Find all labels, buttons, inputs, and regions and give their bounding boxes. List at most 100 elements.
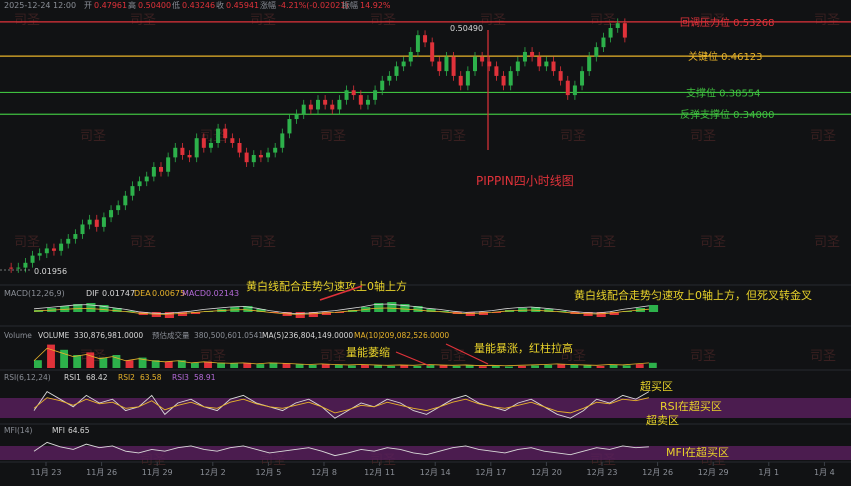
x-tick-label: 12月 5 — [255, 468, 281, 477]
candle-body — [301, 104, 306, 115]
price-high-marker: 0.50490 — [450, 24, 483, 33]
candle-body — [294, 114, 299, 120]
macd-bar — [387, 302, 397, 312]
candle-body — [287, 119, 292, 134]
candle-body — [237, 143, 242, 153]
volume-bar — [230, 363, 239, 368]
candle-body — [394, 66, 399, 76]
candle-body — [51, 248, 56, 251]
x-tick-label: 12月 17 — [475, 468, 506, 477]
volume-bar — [295, 364, 304, 368]
annotation-rsi-oversold: 超卖区 — [646, 413, 679, 427]
candle-body — [444, 56, 449, 72]
x-tick-label: 11月 26 — [86, 468, 117, 477]
candle-body — [137, 181, 142, 187]
vol-volume: 330,876,981.0000 — [74, 331, 143, 340]
header-open: 0.47961 — [94, 1, 127, 10]
candle-body — [244, 152, 249, 163]
annotation-macd-right: 黄白线配合走势匀速攻上0轴上方，但死叉转金叉 — [574, 288, 812, 302]
candle-body — [423, 35, 428, 43]
annotation-rsi-in-overbought: RSI在超买区 — [660, 399, 722, 413]
rsi3-value: 58.91 — [194, 373, 216, 382]
candle-body — [330, 104, 335, 110]
vol-volume-label: VOLUME — [38, 331, 70, 340]
watermark-text: 司圣 — [320, 129, 346, 144]
candle-body — [344, 90, 349, 100]
macd-bar — [648, 305, 659, 312]
candle-body — [522, 51, 527, 62]
volume-bar — [256, 364, 265, 368]
macd-dea: 0.00675 — [152, 289, 185, 298]
candle-body — [30, 255, 35, 263]
x-tick-label: 12月 8 — [311, 468, 337, 477]
level-label: 支撑位 0.38554 — [686, 86, 761, 99]
volume-bar — [557, 364, 566, 368]
vol-turnover-label: 预估成交量 — [152, 330, 190, 340]
x-tick-label: 1月 4 — [814, 468, 835, 477]
x-tick-label: 12月 26 — [642, 468, 673, 477]
volume-bar — [282, 363, 291, 368]
watermark-text: 司圣 — [130, 13, 156, 28]
candle-body — [501, 75, 506, 86]
candle-body — [123, 195, 128, 206]
candle-body — [109, 210, 114, 218]
candle-body — [373, 90, 378, 100]
volume-bar — [583, 365, 592, 368]
volume-bar — [491, 365, 500, 368]
candle-body — [159, 166, 163, 172]
candle-body — [258, 154, 263, 158]
macd-macd: 0.02143 — [206, 289, 239, 298]
candle-body — [401, 61, 406, 67]
header-open-label: 开 — [84, 1, 92, 10]
x-tick-label: 12月 20 — [531, 468, 562, 477]
volume-bar — [648, 362, 657, 368]
watermark-text: 司圣 — [14, 13, 40, 28]
watermark-text: 司圣 — [700, 235, 726, 250]
candle-body — [380, 80, 385, 91]
watermark-text: 司圣 — [250, 13, 276, 28]
rsi1-value: 68.42 — [86, 373, 108, 382]
volume-bar — [570, 364, 579, 368]
watermark-text: 司圣 — [440, 129, 466, 144]
candle-body — [223, 128, 228, 139]
volume-bar — [191, 362, 199, 368]
watermark-text: 司圣 — [14, 235, 40, 250]
x-tick-label: 12月 23 — [587, 468, 618, 477]
macd-dif: 0.01747 — [102, 289, 135, 298]
volume-bar — [478, 366, 487, 368]
annotation-vol-shrink-arrow — [395, 351, 431, 367]
x-tick-label: 11月 23 — [31, 468, 62, 477]
candle-body — [308, 104, 313, 110]
candle-body — [80, 224, 85, 235]
header-close: 0.45941 — [226, 1, 259, 10]
vol-turnover: 380,500,601.0541 — [194, 331, 263, 340]
candle-body — [387, 75, 392, 81]
candle-body — [44, 248, 49, 254]
header-amplitude-label: 振幅 — [342, 0, 358, 10]
header-amplitude: 14.92% — [360, 1, 391, 10]
candle-body — [587, 56, 592, 72]
level-label: 回调压力位 0.53268 — [680, 16, 775, 29]
mfi-value: 64.65 — [68, 426, 90, 435]
annotation-rsi-overbought-top: 超买区 — [640, 379, 673, 393]
x-tick-label: 12月 14 — [420, 468, 451, 477]
annotation-vol-surge: 量能暴涨，红柱拉高 — [474, 341, 573, 355]
volume-bar — [439, 365, 448, 368]
candle-body — [180, 147, 185, 155]
candle-body — [23, 262, 28, 268]
candle-body — [37, 253, 42, 256]
mfi-name: MFI(14) — [4, 426, 32, 435]
volume-bar — [334, 364, 343, 368]
candle-body — [230, 138, 235, 143]
candle-body — [408, 51, 413, 62]
volume-bar — [34, 360, 42, 368]
watermark-text: 司圣 — [810, 129, 836, 144]
candle-body — [216, 128, 221, 143]
macd-dea-label: DEA — [134, 289, 151, 298]
candle-body — [608, 27, 613, 38]
candle-body — [594, 47, 599, 57]
vol-name: Volume — [4, 331, 32, 340]
header-low: 0.43246 — [182, 1, 215, 10]
header-datetime: 2025-12-24 12:00 — [4, 1, 76, 10]
volume-bar — [125, 360, 134, 368]
